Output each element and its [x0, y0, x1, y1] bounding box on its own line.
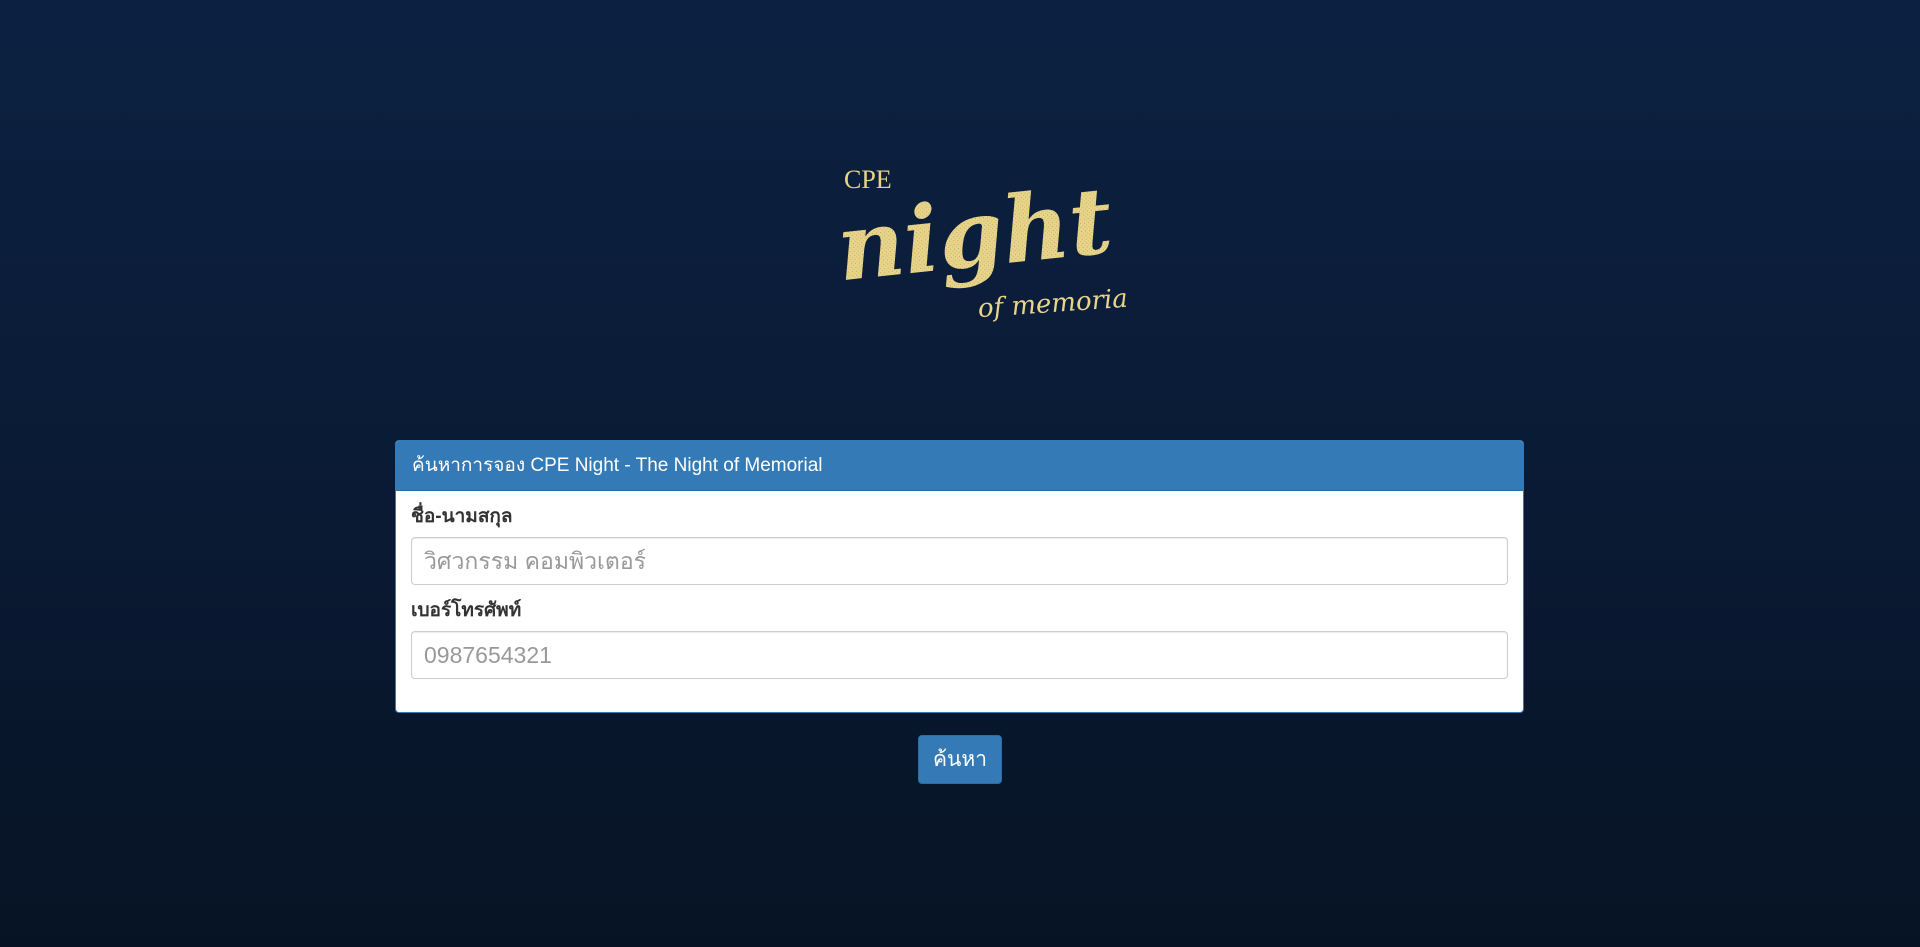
phone-label: เบอร์โทรศัพท์ [411, 600, 522, 621]
search-booking-panel: ค้นหาการจอง CPE Night - The Night of Mem… [395, 440, 1524, 713]
search-button[interactable]: ค้นหา [918, 735, 1002, 784]
name-label: ชื่อ-นามสกุล [411, 506, 513, 527]
phone-input[interactable] [411, 631, 1508, 679]
phone-form-group: เบอร์โทรศัพท์ [411, 599, 1508, 679]
cpe-night-logo: CPE night of memorial [838, 148, 1128, 338]
panel-heading: ค้นหาการจอง CPE Night - The Night of Mem… [396, 441, 1523, 491]
name-form-group: ชื่อ-นามสกุล [411, 505, 1508, 585]
name-input[interactable] [411, 537, 1508, 585]
panel-body: ชื่อ-นามสกุล เบอร์โทรศัพท์ [396, 491, 1523, 679]
logo-memorial-text: of memorial [977, 283, 1128, 324]
